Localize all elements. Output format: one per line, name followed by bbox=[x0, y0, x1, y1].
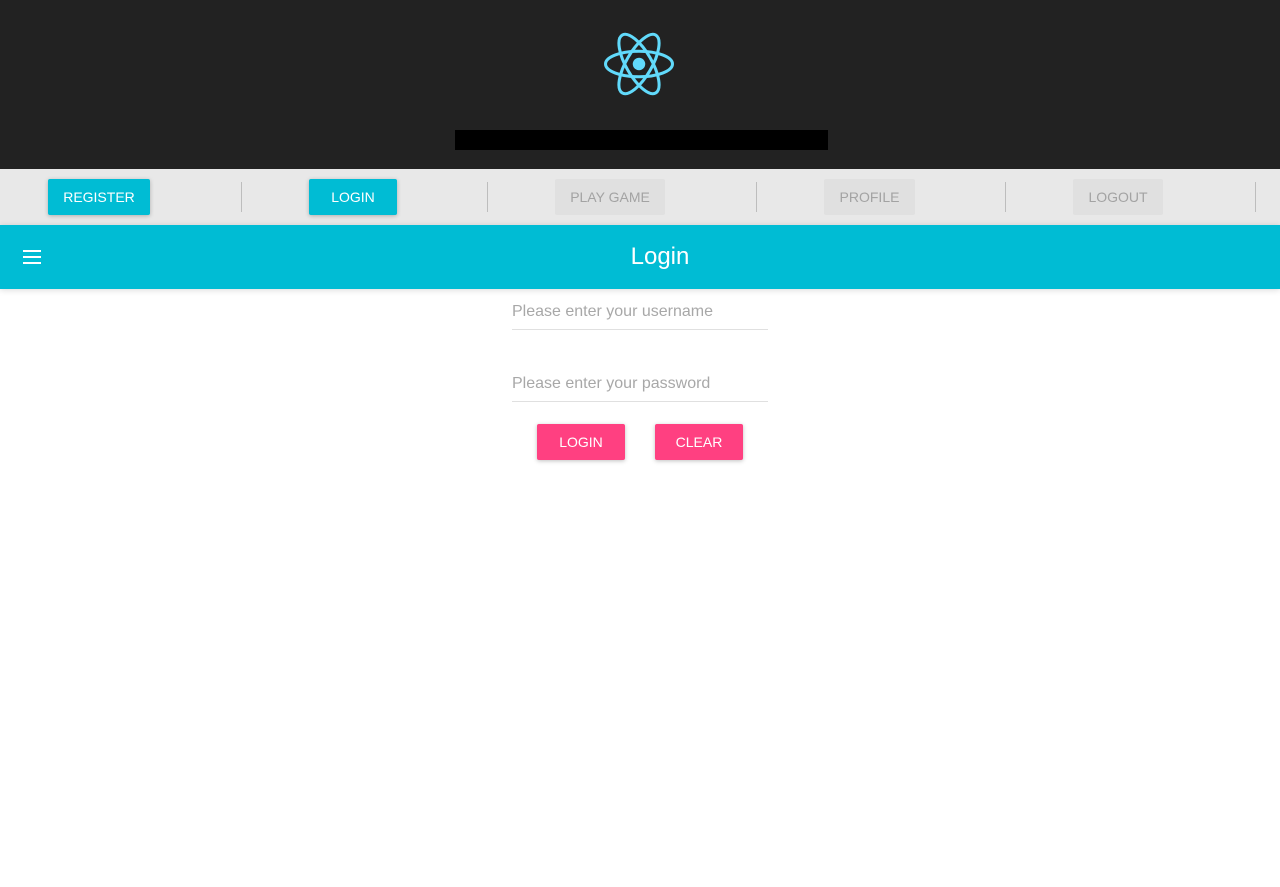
react-logo-icon bbox=[604, 32, 674, 96]
top-nav-bar: REGISTER LOGIN PLAY GAME PROFILE LOGOUT bbox=[0, 169, 1280, 225]
app-header bbox=[0, 0, 1280, 169]
redacted-title-bar bbox=[455, 130, 828, 150]
nav-register-button[interactable]: REGISTER bbox=[48, 179, 150, 215]
login-submit-button[interactable]: LOGIN bbox=[537, 424, 625, 460]
nav-profile-button[interactable]: PROFILE bbox=[824, 179, 915, 215]
nav-divider bbox=[487, 182, 488, 212]
nav-divider bbox=[1005, 182, 1006, 212]
nav-login-button[interactable]: LOGIN bbox=[309, 179, 397, 215]
nav-play-game-button[interactable]: PLAY GAME bbox=[555, 179, 665, 215]
nav-divider bbox=[1255, 182, 1256, 212]
username-field bbox=[512, 295, 768, 330]
username-input[interactable] bbox=[512, 295, 768, 329]
page-title: Login bbox=[630, 243, 690, 270]
nav-divider bbox=[241, 182, 242, 212]
app-bar: Login bbox=[0, 225, 1280, 289]
nav-logout-button[interactable]: LOGOUT bbox=[1073, 179, 1163, 215]
password-input[interactable] bbox=[512, 367, 768, 401]
clear-button[interactable]: CLEAR bbox=[655, 424, 743, 460]
nav-divider bbox=[756, 182, 757, 212]
password-field bbox=[512, 367, 768, 402]
